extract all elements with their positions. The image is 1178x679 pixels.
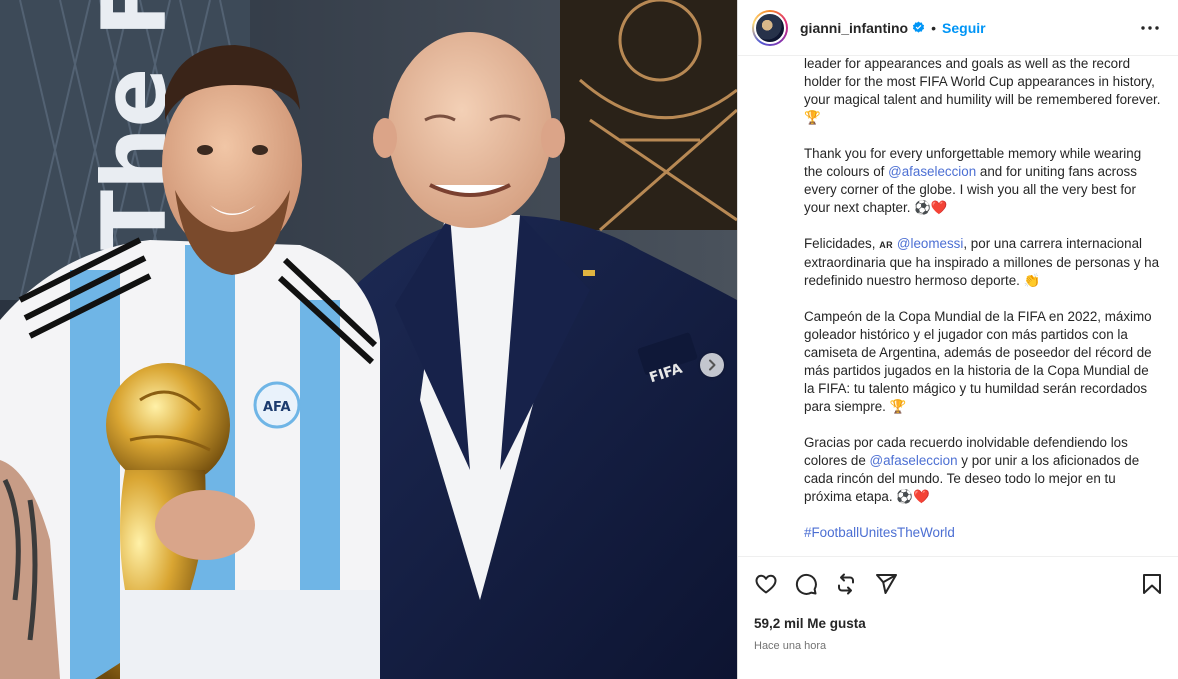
share-icon — [876, 574, 897, 594]
bottom-spacer — [738, 657, 1178, 679]
mention-link[interactable]: @leomessi — [897, 236, 963, 251]
repost-button[interactable] — [834, 572, 858, 596]
save-button[interactable] — [1140, 572, 1164, 596]
mention-link[interactable]: @afaseleccion — [870, 453, 958, 468]
comment-button[interactable] — [794, 572, 818, 596]
follow-button[interactable]: Seguir — [942, 20, 986, 36]
instagram-post: The F FIFA AFA gianni_infantino • Seguir… — [0, 0, 1178, 679]
next-photo-button[interactable] — [700, 353, 724, 377]
verified-badge-icon — [913, 21, 925, 33]
photo-illustration: The F FIFA AFA — [0, 0, 737, 679]
separator-dot: • — [931, 19, 937, 36]
caption-paragraph: Thank you for every unforgettable memory… — [804, 145, 1162, 217]
repost-icon — [838, 573, 854, 595]
post-timestamp[interactable]: Hace una hora — [738, 635, 1178, 657]
mention-link[interactable]: @afaseleccion — [888, 164, 976, 179]
like-button[interactable] — [754, 572, 778, 596]
argentina-flag-emoji: AR — [879, 240, 894, 250]
username-link[interactable]: gianni_infantino — [800, 20, 908, 36]
post-sidebar: gianni_infantino • Seguir leader for app… — [737, 0, 1178, 679]
hashtag-link[interactable]: #FootballUnitesTheWorld — [804, 525, 955, 540]
caption-paragraph: Gracias por cada recuerdo inolvidable de… — [804, 434, 1162, 506]
heart-icon — [755, 574, 777, 594]
more-options-button[interactable] — [1138, 16, 1162, 40]
action-bar — [738, 556, 1178, 611]
post-header: gianni_infantino • Seguir — [738, 0, 1178, 56]
caption-text: leader for appearances and goals as well… — [738, 56, 1178, 556]
avatar[interactable] — [752, 9, 788, 46]
afa-crest: AFA — [263, 400, 291, 415]
caption-text-span: Felicidades, — [804, 236, 880, 251]
likes-count[interactable]: 59,2 mil Me gusta — [738, 613, 1178, 635]
share-button[interactable] — [874, 572, 898, 596]
post-photo[interactable]: The F FIFA AFA — [0, 0, 737, 679]
bookmark-icon — [1143, 574, 1161, 594]
chevron-right-icon — [709, 359, 716, 371]
caption-paragraph: leader for appearances and goals as well… — [804, 56, 1165, 125]
caption-paragraph: Felicidades, AR @leomessi, por una carre… — [804, 235, 1162, 290]
caption-paragraph: Campeón de la Copa Mundial de la FIFA en… — [804, 309, 1156, 414]
comment-icon — [795, 573, 817, 595]
more-options-icon — [1141, 25, 1159, 30]
